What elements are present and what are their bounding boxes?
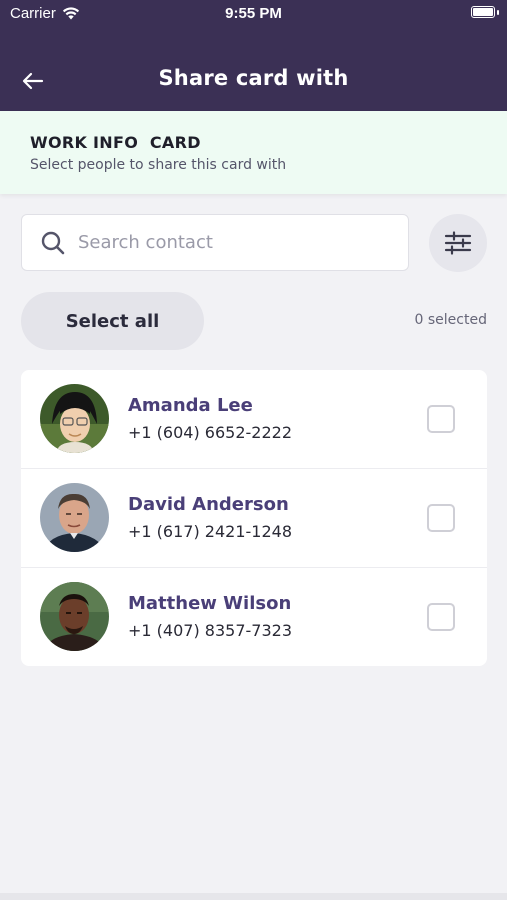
avatar	[40, 582, 109, 651]
bottom-edge	[0, 893, 507, 900]
select-all-button[interactable]: Select all	[21, 292, 204, 350]
battery-nub	[497, 10, 499, 15]
contact-phone: +1 (604) 6652-2222	[128, 423, 292, 442]
contact-checkbox[interactable]	[427, 405, 455, 433]
sliders-icon	[444, 231, 472, 255]
contact-name: David Anderson	[128, 494, 289, 515]
avatar	[40, 384, 109, 453]
contact-row[interactable]: David Anderson +1 (617) 2421-1248	[21, 469, 487, 568]
contact-checkbox[interactable]	[427, 603, 455, 631]
status-time: 9:55 PM	[225, 5, 282, 22]
card-title: WORK INFO CARD	[30, 133, 201, 152]
selected-count: 0 selected	[414, 312, 487, 328]
contact-checkbox[interactable]	[427, 504, 455, 532]
contact-phone: +1 (407) 8357-7323	[128, 621, 292, 640]
contact-name: Amanda Lee	[128, 395, 253, 416]
battery-icon	[471, 6, 495, 18]
filter-button[interactable]	[429, 214, 487, 272]
screen: Carrier 9:55 PM Share card with WORK INF…	[0, 0, 507, 900]
contact-row[interactable]: Amanda Lee +1 (604) 6652-2222	[21, 370, 487, 469]
search-box	[21, 214, 409, 271]
avatar	[40, 483, 109, 552]
contact-name: Matthew Wilson	[128, 593, 292, 614]
contact-phone: +1 (617) 2421-1248	[128, 522, 292, 541]
status-bar: Carrier 9:55 PM	[0, 0, 507, 28]
card-subtitle: Select people to share this card with	[30, 157, 287, 173]
page-title: Share card with	[158, 66, 349, 90]
app-header: Carrier 9:55 PM Share card with	[0, 0, 507, 111]
contact-list: Amanda Lee +1 (604) 6652-2222 David Ande…	[21, 370, 487, 666]
search-input[interactable]	[78, 232, 378, 253]
card-info-banner: WORK INFO CARD Select people to share th…	[0, 111, 507, 194]
search-icon	[41, 231, 65, 254]
contact-row[interactable]: Matthew Wilson +1 (407) 8357-7323	[21, 568, 487, 666]
